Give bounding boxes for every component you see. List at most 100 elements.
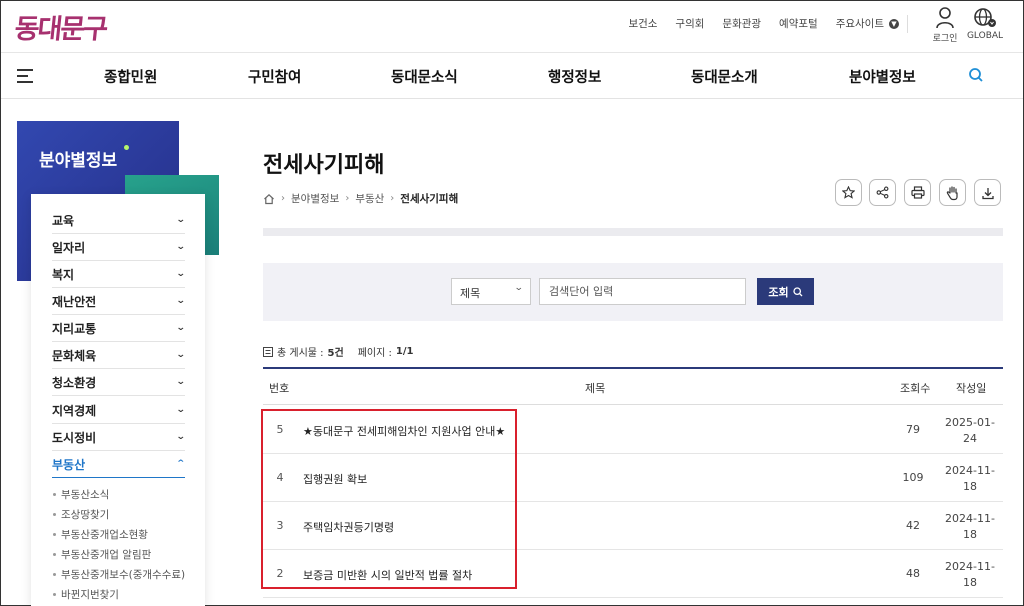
- lnb-sub-item[interactable]: 부동산소식: [53, 487, 109, 502]
- share-button[interactable]: [869, 179, 896, 206]
- lnb-item-environment[interactable]: 청소환경 ⌄: [52, 369, 187, 396]
- lnb-title: 분야별정보: [39, 151, 118, 171]
- row-date-part: 2024-11-: [945, 560, 995, 573]
- chevron-down-icon: ⌄: [514, 283, 525, 293]
- row-views: 109: [902, 471, 924, 484]
- row-date-part: 18: [963, 479, 977, 493]
- nav-participation[interactable]: 구민참여: [248, 66, 301, 87]
- lnb-item-economy[interactable]: 지역경제 ⌄: [52, 397, 187, 424]
- lnb-sub-item[interactable]: 부동산중개보수(중개수수료): [53, 567, 185, 582]
- nav-admin-info[interactable]: 행정정보: [548, 66, 601, 87]
- total-value: 5건: [327, 348, 344, 359]
- home-icon[interactable]: [263, 193, 275, 205]
- lnb-sub-label: 부동산중개업 알림판: [61, 549, 152, 561]
- lnb-item-traffic[interactable]: 지리교통 ⌄: [52, 315, 187, 342]
- nav-field-info[interactable]: 분야별정보: [849, 66, 916, 87]
- chevron-down-icon: ⌄: [176, 405, 187, 415]
- lnb-item-label: 부동산: [52, 457, 86, 472]
- util-link-culture-tour[interactable]: 문화관광: [722, 16, 761, 31]
- site-logo[interactable]: 동대문구: [13, 7, 108, 46]
- row-date-part: 2024-11-: [945, 464, 995, 477]
- lnb-item-welfare[interactable]: 복지 ⌄: [52, 261, 186, 288]
- row-date-part: 18: [963, 527, 977, 541]
- nav-news[interactable]: 동대문소식: [391, 66, 458, 87]
- search-button[interactable]: 조회: [757, 278, 814, 305]
- global-button[interactable]: GLOBAL: [965, 7, 1005, 41]
- global-label: GLOBAL: [966, 31, 1004, 41]
- lnb-item-label: 청소환경: [52, 375, 97, 390]
- login-button[interactable]: 로그인: [930, 7, 960, 44]
- table-header: 번호 제목 조회수 작성일: [263, 367, 1003, 405]
- lnb-item-label: 지역경제: [52, 403, 97, 418]
- lnb-sub-label: 부동산중개보수(중개수수료): [61, 569, 186, 581]
- search-button-label: 조회: [768, 285, 789, 299]
- row-date: 2024-11- 18: [941, 559, 999, 591]
- lnb-item-label: 복지: [52, 267, 75, 282]
- person-icon: [936, 7, 954, 29]
- row-date-part: 2025-01-: [945, 416, 995, 429]
- gesture-button[interactable]: [939, 179, 966, 206]
- row-date-part: 2024-11-: [945, 512, 995, 525]
- util-main-sites-label: 주요사이트: [835, 18, 884, 30]
- lnb-sub-item[interactable]: 조상땅찾기: [53, 507, 109, 522]
- lnb-item-label: 지리교통: [52, 321, 97, 336]
- chevron-down-icon: ⌄: [176, 432, 187, 442]
- download-button[interactable]: [974, 179, 1001, 206]
- util-link-health-center[interactable]: 보건소: [628, 16, 657, 31]
- download-icon: [981, 187, 994, 199]
- search-input[interactable]: [539, 278, 746, 305]
- chevron-down-icon: ⌄: [176, 377, 187, 387]
- lnb-sub-label: 바뀐지번찾기: [61, 589, 119, 601]
- post-count: 총 게시물 : 5건 페이지 : 1/1: [263, 344, 413, 359]
- lnb-sub-item[interactable]: 부동산중개업 알림판: [53, 547, 151, 562]
- breadcrumb-current: 전세사기피해: [400, 193, 459, 205]
- lnb-item-safety[interactable]: 재난안전 ⌄: [52, 288, 186, 315]
- page-value: 1/1: [395, 346, 414, 357]
- row-views: 79: [906, 423, 920, 436]
- col-number: 번호: [269, 382, 290, 395]
- lnb-sub-label: 조상땅찾기: [61, 509, 110, 521]
- lnb-item-real-estate[interactable]: 부동산 ⌃: [52, 451, 187, 478]
- lnb-sub-item[interactable]: 부동산중개업소현황: [53, 527, 148, 542]
- row-date: 2025-01- 24: [941, 415, 999, 447]
- lnb-item-jobs[interactable]: 일자리 ⌄: [52, 234, 186, 261]
- util-main-sites-dropdown[interactable]: 주요사이트 ▼: [836, 16, 899, 31]
- favorite-button[interactable]: [835, 179, 862, 206]
- util-link-reservation[interactable]: 예약포털: [779, 16, 818, 31]
- breadcrumb-item[interactable]: 분야별정보: [291, 191, 339, 206]
- row-date-part: 18: [963, 575, 977, 589]
- page-label: 페이지 :: [357, 348, 392, 359]
- row-date: 2024-11- 18: [941, 463, 999, 495]
- chevron-down-icon: ⌄: [176, 323, 187, 333]
- hand-icon: [946, 185, 958, 200]
- chevron-up-icon: ⌃: [176, 459, 187, 469]
- globe-icon: [974, 8, 996, 27]
- lnb-item-urban[interactable]: 도시정비 ⌄: [52, 424, 187, 451]
- breadcrumb-item[interactable]: 부동산: [355, 191, 384, 206]
- search-type-value: 제목: [460, 287, 481, 300]
- nav-civil-service[interactable]: 종합민원: [104, 66, 157, 87]
- highlight-box: [261, 409, 517, 589]
- divider: [907, 15, 908, 33]
- row-views: 48: [906, 567, 920, 580]
- lnb-sub-item[interactable]: 바뀐지번찾기: [53, 587, 119, 602]
- utility-links: 보건소 구의회 문화관광 예약포털 주요사이트 ▼: [628, 16, 899, 31]
- lnb-item-culture[interactable]: 문화체육 ⌄: [52, 342, 186, 369]
- top-bar: 동대문구 보건소 구의회 문화관광 예약포털 주요사이트 ▼ 로그인 GLOBA…: [1, 1, 1023, 53]
- menu-icon[interactable]: [17, 69, 33, 83]
- col-title: 제목: [585, 382, 606, 395]
- col-date: 작성일: [956, 382, 987, 395]
- row-date: 2024-11- 18: [941, 511, 999, 543]
- row-views: 42: [906, 519, 920, 532]
- nav-about[interactable]: 동대문소개: [691, 66, 758, 87]
- search-type-select[interactable]: 제목 ⌄: [451, 278, 531, 305]
- chevron-right-icon: ›: [345, 193, 350, 204]
- lnb-title-dot: [124, 145, 129, 150]
- search-icon[interactable]: [968, 67, 984, 83]
- util-link-council[interactable]: 구의회: [675, 16, 704, 31]
- lnb-sub-label: 부동산중개업소현황: [61, 529, 148, 541]
- total-label: 총 게시물 :: [277, 348, 324, 359]
- lnb-item-education[interactable]: 교육 ⌄: [52, 207, 186, 234]
- print-icon: [910, 186, 925, 199]
- print-button[interactable]: [904, 179, 931, 206]
